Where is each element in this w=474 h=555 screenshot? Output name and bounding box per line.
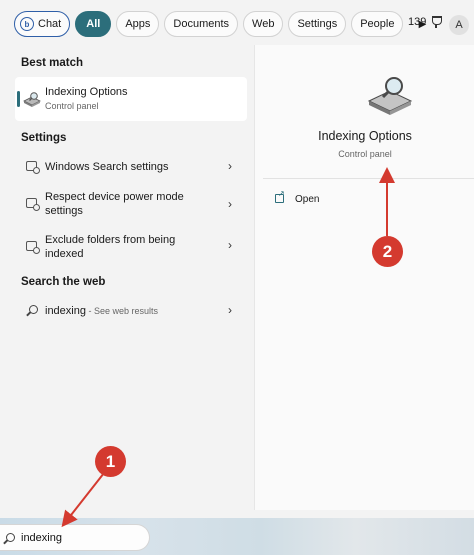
filter-documents[interactable]: Documents	[164, 11, 239, 37]
search-icon	[29, 305, 38, 314]
annotation-arrow-1	[61, 472, 105, 528]
selection-indicator	[17, 91, 20, 107]
settings-item-power-mode[interactable]: Respect device power mode settings ›	[15, 187, 247, 221]
filter-all-label: All	[86, 18, 101, 30]
filter-bar: b Chat All Apps Documents Web Settings P…	[0, 0, 474, 48]
settings-item-exclude-folders[interactable]: Exclude folders from being indexed ›	[15, 230, 247, 264]
filter-settings-label: Settings	[297, 18, 338, 30]
detail-title: Indexing Options	[318, 129, 412, 143]
open-external-icon	[275, 189, 285, 203]
search-window: b Chat All Apps Documents Web Settings P…	[0, 0, 474, 555]
settings-heading: Settings	[21, 132, 67, 144]
filter-all[interactable]: All	[75, 11, 112, 37]
web-query: indexing	[45, 305, 86, 317]
best-match-heading: Best match	[21, 57, 83, 69]
rewards-points[interactable]: 139	[408, 16, 443, 28]
settings-item-label: Exclude folders from being indexed	[45, 234, 176, 260]
detail-divider	[263, 178, 474, 179]
indexing-options-icon	[23, 92, 41, 107]
bing-chat-icon: b	[20, 17, 34, 31]
filter-apps[interactable]: Apps	[116, 11, 160, 37]
search-box[interactable]	[0, 524, 150, 551]
settings-item-label: Respect device power mode settings	[45, 191, 184, 217]
settings-doc-icon	[26, 241, 40, 254]
detail-subtitle: Control panel	[338, 149, 392, 159]
search-input[interactable]	[21, 529, 141, 547]
best-match-title: Indexing Options	[45, 86, 128, 98]
avatar[interactable]: A	[449, 15, 469, 35]
annotation-badge-1: 1	[95, 446, 126, 477]
filter-chat[interactable]: b Chat	[14, 11, 71, 37]
settings-item-label: Windows Search settings	[45, 161, 169, 173]
search-web-heading: Search the web	[21, 276, 106, 288]
filter-web-label: Web	[252, 18, 275, 30]
chevron-right-icon: ›	[228, 238, 232, 252]
avatar-initial: A	[455, 19, 463, 31]
search-icon	[6, 533, 15, 542]
chevron-right-icon: ›	[228, 197, 232, 211]
filter-apps-label: Apps	[125, 18, 151, 30]
open-action[interactable]: Open	[295, 194, 319, 205]
settings-item-windows-search[interactable]: Windows Search settings ›	[15, 152, 247, 180]
web-result-label: indexing - See web results	[45, 304, 158, 318]
filter-settings[interactable]: Settings	[288, 11, 347, 37]
filter-people-label: People	[360, 18, 395, 30]
filter-people[interactable]: People	[351, 11, 404, 37]
best-match-item[interactable]: Indexing Options Control panel	[15, 77, 247, 121]
indexing-options-large-icon	[367, 77, 413, 115]
trophy-icon	[430, 16, 443, 28]
settings-doc-icon	[26, 161, 40, 174]
best-match-subtitle: Control panel	[45, 101, 99, 111]
filter-chat-label: Chat	[38, 18, 62, 30]
chevron-right-icon: ›	[228, 303, 232, 317]
detail-panel: Indexing Options Control panel Open	[254, 45, 474, 510]
annotation-badge-2: 2	[372, 236, 403, 267]
settings-doc-icon	[26, 198, 40, 211]
web-results-suffix: - See web results	[85, 306, 159, 316]
rewards-points-value: 139	[408, 16, 427, 28]
filter-documents-label: Documents	[173, 18, 230, 30]
web-result-item[interactable]: indexing - See web results ›	[15, 298, 247, 322]
chevron-right-icon: ›	[228, 159, 232, 173]
filter-web[interactable]: Web	[243, 11, 284, 37]
